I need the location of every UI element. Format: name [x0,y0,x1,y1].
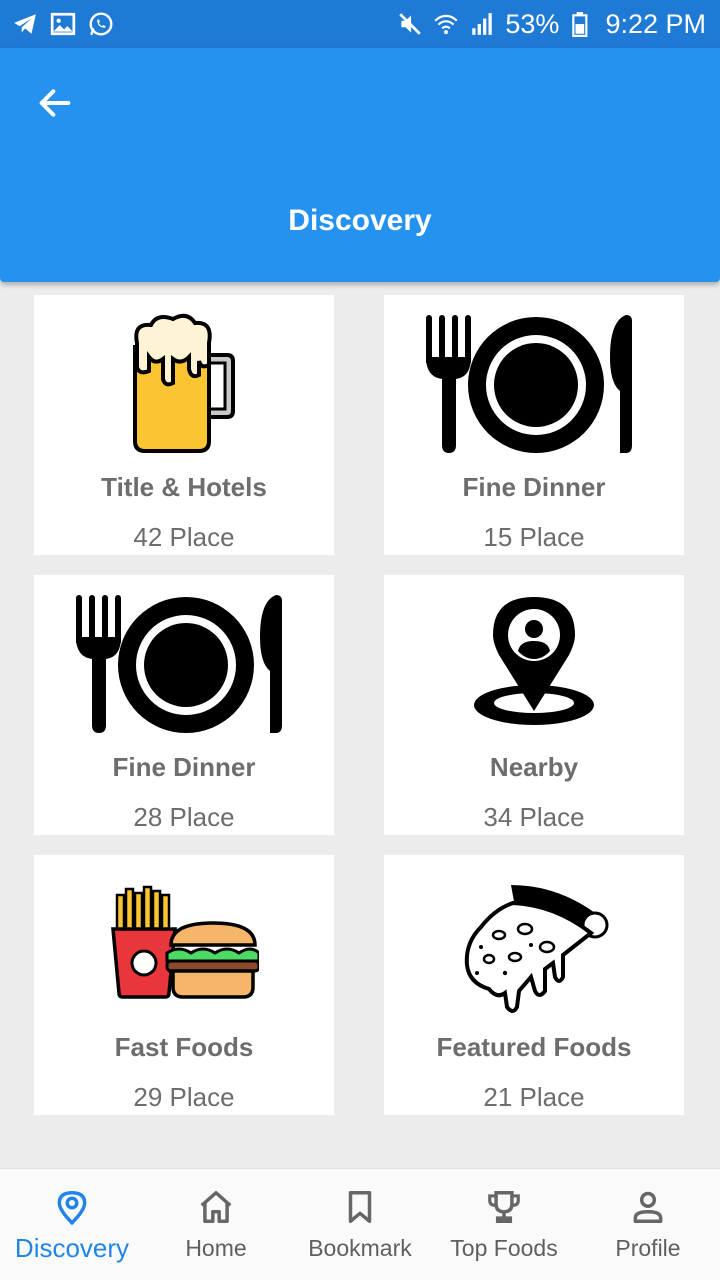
category-count: 29 Place [133,1082,235,1112]
nav-item-top-foods[interactable]: Top Foods [432,1169,576,1280]
fries-burger-icon [34,873,334,1021]
clock: 9:22 PM [605,8,706,39]
trophy-icon [484,1187,524,1227]
category-card-nearby[interactable]: Nearby 34 Place [384,575,684,835]
plate-cutlery-icon [34,593,334,741]
gallery-icon [50,11,76,37]
nav-label: Profile [615,1235,681,1261]
category-title: Nearby [489,752,579,782]
category-card-featured-foods[interactable]: Featured Foods 21 Place [384,855,684,1115]
nav-label: Bookmark [308,1235,412,1261]
notification-icons [0,11,114,37]
category-title: Fine Dinner [462,472,606,502]
category-card-fast-foods[interactable]: Fast Foods 29 Place [34,855,334,1115]
status-bar: 53% 9:22 PM [0,0,720,48]
system-status: 53% 9:22 PM [397,9,720,40]
person-icon [628,1187,668,1227]
signal-icon [469,11,495,37]
whatsapp-icon [88,11,114,37]
nav-item-bookmark[interactable]: Bookmark [288,1169,432,1280]
category-card-fine-dinner-2[interactable]: Fine Dinner 28 Place [34,575,334,835]
bookmark-icon [340,1187,380,1227]
arrow-left-icon [39,89,71,117]
plate-cutlery-icon [384,313,684,461]
category-count: 15 Place [483,522,585,552]
location-pin-person-icon [384,593,684,741]
nav-item-discovery[interactable]: Discovery [0,1169,144,1280]
nav-item-profile[interactable]: Profile [576,1169,720,1280]
page-title: Discovery [288,204,432,237]
nav-label: Home [185,1235,247,1261]
category-title: Title & Hotels [101,472,267,502]
category-count: 21 Place [483,1082,585,1112]
battery-icon [569,11,595,37]
mute-icon [397,11,423,37]
category-card-title-hotels[interactable]: Title & Hotels 42 Place [34,295,334,555]
telegram-icon [12,11,38,37]
nav-item-home[interactable]: Home [144,1169,288,1280]
category-count: 28 Place [133,802,235,832]
pizza-slice-icon [384,873,684,1021]
category-title: Featured Foods [436,1032,632,1062]
category-card-fine-dinner-1[interactable]: Fine Dinner 15 Place [384,295,684,555]
back-button[interactable] [30,78,80,128]
category-count: 34 Place [483,802,585,832]
location-pin-icon [52,1187,92,1227]
battery-percent: 53% [505,8,560,39]
app-bar: Discovery [0,48,720,282]
category-title: Fast Foods [114,1032,254,1062]
category-title: Fine Dinner [112,752,256,782]
nav-label: Top Foods [450,1235,558,1261]
home-icon [196,1187,236,1227]
beer-mug-icon [34,313,334,461]
category-grid: Title & Hotels 42 Place Fine Dinner 15 P… [34,295,684,1115]
category-count: 42 Place [133,522,235,552]
bottom-navigation: Discovery Home Bookmark Top Foods Profil… [0,1168,720,1280]
nav-label: Discovery [14,1233,130,1263]
wifi-icon [433,11,459,37]
